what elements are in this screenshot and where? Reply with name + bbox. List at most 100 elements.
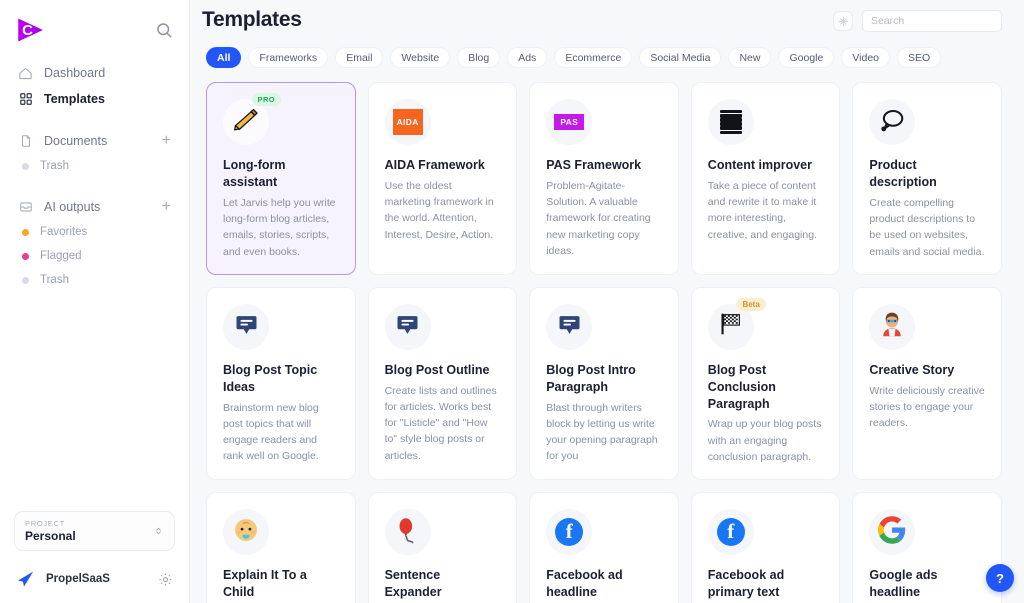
- card-icon-wrapper: [223, 509, 269, 556]
- add-document-button[interactable]: +: [162, 133, 171, 149]
- search-icon[interactable]: [155, 21, 173, 39]
- card-description: Wrap up your blog posts with an engaging…: [707, 418, 822, 463]
- template-card[interactable]: Blog Post Topic Ideas Brainstorm new blog…: [206, 286, 356, 481]
- help-button[interactable]: ?: [986, 564, 1014, 592]
- card-icon: [384, 509, 431, 556]
- filter-pill-seo[interactable]: SEO: [897, 47, 942, 68]
- add-ai-output-button[interactable]: +: [162, 199, 171, 215]
- card-title: Product description: [869, 158, 937, 189]
- filter-pill-blog[interactable]: Blog: [457, 47, 501, 68]
- project-value: Personal: [25, 529, 76, 543]
- card-icon: AIDA: [384, 99, 431, 145]
- workspace-row[interactable]: PropelSaaS: [14, 569, 175, 589]
- template-card[interactable]: fFacebook ad headlineGenerate scroll-sto…: [529, 492, 679, 603]
- pin-icon[interactable]: [833, 11, 853, 31]
- header-actions: [833, 8, 1002, 32]
- project-switcher[interactable]: PROJECT Personal: [14, 511, 175, 551]
- document-icon: [18, 134, 33, 149]
- filter-pill-email[interactable]: Email: [335, 47, 384, 68]
- card-icon: [869, 99, 916, 145]
- search-input-wrapper[interactable]: [862, 10, 1002, 32]
- filter-pill-all[interactable]: All: [206, 47, 242, 68]
- inbox-icon: [18, 200, 33, 215]
- card-title: Blog Post Intro Paragraph: [546, 362, 636, 394]
- template-card[interactable]: Beta Blog Post Conclusion Paragraph Wrap u…: [690, 286, 841, 481]
- sidebar-item-flagged[interactable]: Flagged: [14, 244, 175, 268]
- filter-pill-social-media[interactable]: Social Media: [639, 47, 722, 68]
- chat-filled-icon: [557, 312, 582, 342]
- project-info: PROJECT Personal: [25, 519, 76, 543]
- template-card[interactable]: fFacebook ad primary textCreate high con…: [690, 492, 841, 603]
- search-input[interactable]: [871, 15, 993, 27]
- sidebar-item-ai-outputs[interactable]: AI outputs +: [14, 194, 175, 220]
- template-card[interactable]: Product description Create compelling pro…: [852, 82, 1002, 275]
- pas-logo-icon: PAS: [554, 114, 585, 130]
- card-icon: [869, 303, 916, 350]
- sidebar-header: C: [0, 0, 189, 46]
- card-title: Explain It To a Child: [223, 568, 307, 600]
- chevron-updown-icon: [153, 523, 164, 539]
- sidebar-item-documents[interactable]: Documents +: [14, 128, 175, 154]
- template-card[interactable]: Explain It To a ChildRephrase text to ma…: [206, 492, 356, 603]
- sidebar-footer: PROJECT Personal PropelSaaS: [0, 511, 189, 603]
- sidebar-item-documents-trash[interactable]: Trash: [14, 154, 175, 178]
- card-description: Brainstorm new blog post topics that wil…: [223, 401, 319, 463]
- filter-pill-website[interactable]: Website: [390, 47, 451, 68]
- project-label: PROJECT: [25, 519, 65, 528]
- sidebar-item-dashboard[interactable]: Dashboard: [14, 60, 175, 86]
- balloon-icon: [394, 516, 422, 549]
- template-card[interactable]: Blog Post Outline Create lists and outlin…: [367, 286, 518, 481]
- card-icon: [223, 303, 269, 350]
- card-icon: f: [707, 509, 754, 556]
- status-dot: [22, 228, 29, 236]
- card-title: Blog Post Conclusion Paragraph: [707, 362, 776, 411]
- card-title: Blog Post Topic Ideas: [223, 362, 318, 394]
- sidebar-item-label: AI outputs: [44, 200, 101, 214]
- chat-filled-icon: [395, 312, 420, 342]
- card-icon-wrapper: f: [546, 509, 593, 556]
- sidebar: C Dashboard Templates Documents + Trash …: [0, 0, 190, 603]
- card-title: AIDA Framework: [384, 158, 485, 172]
- card-title: Long-form assistant: [223, 158, 286, 189]
- template-card[interactable]: Blog Post Intro Paragraph Blast through w…: [529, 286, 679, 481]
- template-card[interactable]: Sentence ExpanderExpand a short sentence…: [367, 492, 518, 603]
- gear-icon[interactable]: [158, 572, 173, 587]
- filter-pill-frameworks[interactable]: Frameworks: [248, 47, 329, 68]
- template-card[interactable]: Content improver Take a piece of content …: [690, 82, 841, 275]
- card-icon: PAS: [546, 99, 593, 145]
- card-icon: [707, 99, 754, 145]
- page-title: Templates: [202, 8, 302, 31]
- facebook-icon: f: [555, 518, 584, 547]
- card-title: Sentence Expander: [384, 568, 442, 600]
- sidebar-item-ai-trash[interactable]: Trash: [14, 268, 175, 292]
- header-row: Templates: [202, 8, 1002, 32]
- template-card[interactable]: Google ads headlineCreate high convertin…: [852, 492, 1002, 603]
- card-icon: [869, 509, 916, 556]
- sidebar-nav: Dashboard Templates Documents + Trash AI…: [0, 60, 189, 292]
- card-description: Create compelling product descriptions t…: [869, 196, 985, 258]
- filter-pill-new[interactable]: New: [728, 47, 772, 68]
- template-card[interactable]: AIDA AIDA Framework Use the oldest marketi…: [367, 82, 518, 275]
- sidebar-item-favorites[interactable]: Favorites: [14, 220, 175, 244]
- card-icon-wrapper: [869, 99, 916, 145]
- google-icon: [878, 516, 906, 549]
- card-description: Create lists and outlines for articles. …: [384, 384, 497, 462]
- sidebar-item-templates[interactable]: Templates: [14, 86, 175, 112]
- template-card[interactable]: Creative Story Write deliciously creative…: [852, 286, 1002, 481]
- sidebar-subitem-label: Trash: [40, 274, 69, 286]
- card-description: Let Jarvis help you write long-form blog…: [223, 196, 336, 258]
- filter-pill-google[interactable]: Google: [778, 47, 835, 68]
- card-title: Facebook ad headline: [546, 568, 623, 600]
- card-title: Google ads headline: [869, 568, 938, 600]
- app-logo[interactable]: C: [16, 17, 44, 43]
- template-card[interactable]: PAS PAS Framework Problem-Agitate-Solution…: [529, 82, 679, 275]
- filter-pill-video[interactable]: Video: [841, 47, 890, 68]
- filter-pill-ecommerce[interactable]: Ecommerce: [554, 47, 633, 68]
- sidebar-subitem-label: Favorites: [40, 226, 88, 238]
- template-card[interactable]: PRO Long-form assistant Let Jarvis help yo…: [206, 82, 356, 275]
- text-lines-icon: [719, 110, 742, 134]
- filter-pill-ads[interactable]: Ads: [507, 47, 548, 68]
- logo-letter: C: [22, 21, 33, 39]
- speech-bubble-icon: [879, 107, 905, 138]
- card-title: Blog Post Outline: [384, 362, 490, 377]
